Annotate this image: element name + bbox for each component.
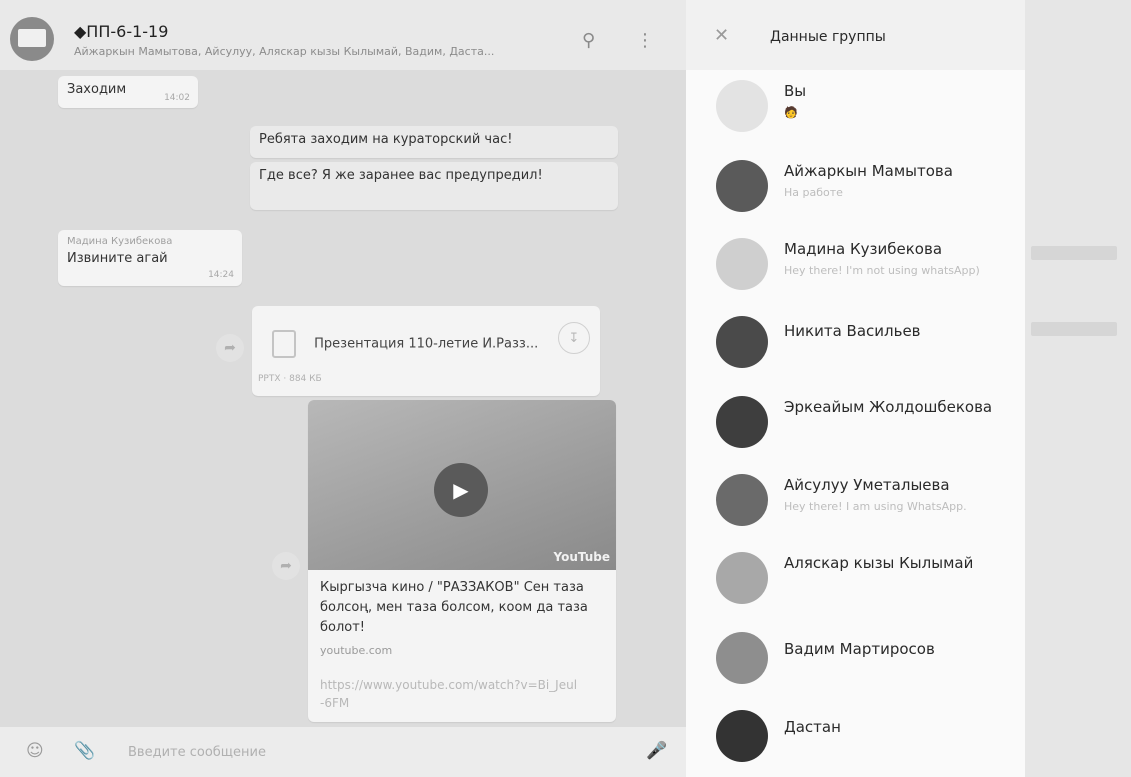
participant-name: Вы bbox=[784, 82, 807, 100]
participant-item[interactable]: Мадина Кузибекова Hey there! I'm not usi… bbox=[686, 236, 1025, 314]
message-time: 14:24 bbox=[208, 270, 234, 280]
panel-header: ✕ Данные группы bbox=[686, 0, 1025, 70]
background-chip bbox=[1031, 322, 1117, 336]
avatar bbox=[716, 396, 768, 448]
participant-item[interactable]: Дастан bbox=[686, 708, 1025, 777]
message-text: Где все? Я же заранее вас предупредил! bbox=[259, 168, 543, 183]
message-list[interactable]: Заходим 14:02 Ребята заходим на кураторс… bbox=[0, 70, 686, 727]
avatar bbox=[716, 710, 768, 762]
message-bubble[interactable]: Мадина Кузибекова Извините агай 14:24 bbox=[58, 230, 242, 286]
avatar bbox=[716, 160, 768, 212]
mic-icon[interactable]: 🎤 bbox=[646, 741, 667, 761]
participant-item[interactable]: Айсулуу Уметалыева Hey there! I am using… bbox=[686, 472, 1025, 550]
link-title[interactable]: Кыргызча кино / "РАЗЗАКОВ" Сен таза болс… bbox=[320, 578, 604, 638]
participant-item[interactable]: Вадим Мартиросов bbox=[686, 630, 1025, 708]
close-icon[interactable]: ✕ bbox=[714, 25, 729, 46]
participant-status: Hey there! I am using WhatsApp. bbox=[784, 500, 967, 513]
search-icon[interactable]: ⚲ bbox=[582, 30, 595, 51]
message-bubble[interactable]: Где все? Я же заранее вас предупредил! bbox=[250, 162, 618, 210]
avatar bbox=[716, 80, 768, 132]
link-site: youtube.com bbox=[320, 644, 393, 657]
menu-dots-icon[interactable]: ⋮ bbox=[636, 30, 654, 51]
document-message[interactable]: Презентация 110-летие И.Разз... ↧ PPTX ·… bbox=[252, 306, 600, 396]
chat-header[interactable]: ◆ПП-6-1-19 Айжаркын Мамытова, Айсулуу, А… bbox=[0, 0, 686, 70]
message-text: Ребята заходим на кураторский час! bbox=[259, 132, 513, 147]
document-name: Презентация 110-летие И.Разз... bbox=[314, 336, 539, 352]
participant-item[interactable]: Айжаркын Мамытова На работе bbox=[686, 158, 1025, 236]
background-chip bbox=[1031, 246, 1117, 260]
message-text: Заходим bbox=[67, 82, 127, 97]
participant-item[interactable]: Никита Васильев bbox=[686, 314, 1025, 392]
participant-name: Мадина Кузибекова bbox=[784, 240, 943, 258]
chat-area: ◆ПП-6-1-19 Айжаркын Мамытова, Айсулуу, А… bbox=[0, 0, 686, 777]
group-avatar[interactable] bbox=[10, 17, 54, 61]
participant-name: Аляскар кызы Кылымай bbox=[784, 554, 974, 572]
group-info-panel: ✕ Данные группы Вы 🧑 Айжаркын Мамытова Н… bbox=[686, 0, 1025, 777]
emoji-icon[interactable]: ☺ bbox=[26, 741, 44, 761]
participant-item[interactable]: Вы 🧑 bbox=[686, 78, 1025, 156]
document-icon bbox=[272, 330, 296, 358]
avatar bbox=[716, 552, 768, 604]
participant-status: На работе bbox=[784, 186, 843, 199]
forward-icon[interactable]: ➦ bbox=[216, 334, 244, 362]
forward-icon[interactable]: ➦ bbox=[272, 552, 300, 580]
link-preview-message[interactable]: ▶ YouTube Кыргызча кино / "РАЗЗАКОВ" Сен… bbox=[308, 400, 616, 722]
download-icon[interactable]: ↧ bbox=[558, 322, 590, 354]
message-text: Извините агай bbox=[67, 251, 168, 266]
message-bubble[interactable]: Ребята заходим на кураторский час! bbox=[250, 126, 618, 158]
group-members[interactable]: Айжаркын Мамытова, Айсулуу, Аляскар кызы… bbox=[74, 45, 554, 58]
participant-status: Hey there! I'm not using whatsApp) bbox=[784, 264, 980, 277]
panel-title: Данные группы bbox=[770, 29, 886, 45]
participant-item[interactable]: Эркеайым Жолдошбекова bbox=[686, 394, 1025, 472]
message-input[interactable] bbox=[128, 739, 628, 765]
participant-name: Айсулуу Уметалыева bbox=[784, 476, 950, 494]
participant-name: Дастан bbox=[784, 718, 841, 736]
avatar bbox=[716, 316, 768, 368]
composer: ☺ 📎 🎤 bbox=[0, 727, 686, 777]
link-url[interactable]: https://www.youtube.com/watch?v=Bi_Jeul-… bbox=[320, 676, 580, 712]
youtube-logo: YouTube bbox=[553, 550, 610, 564]
message-time: 14:02 bbox=[164, 93, 190, 103]
group-title[interactable]: ◆ПП-6-1-19 bbox=[74, 22, 168, 41]
participant-name: Вадим Мартиросов bbox=[784, 640, 935, 658]
participant-status: 🧑 bbox=[784, 106, 798, 119]
participant-name: Айжаркын Мамытова bbox=[784, 162, 953, 180]
avatar bbox=[716, 238, 768, 290]
participant-name: Эркеайым Жолдошбекова bbox=[784, 398, 993, 416]
background-window bbox=[1025, 0, 1131, 777]
document-meta: PPTX · 884 КБ bbox=[258, 374, 322, 384]
video-thumbnail[interactable]: ▶ YouTube bbox=[308, 400, 616, 570]
participant-name: Никита Васильев bbox=[784, 322, 921, 340]
avatar bbox=[716, 474, 768, 526]
avatar bbox=[716, 632, 768, 684]
attach-icon[interactable]: 📎 bbox=[74, 741, 95, 761]
message-bubble[interactable]: Заходим 14:02 bbox=[58, 76, 198, 108]
message-sender[interactable]: Мадина Кузибекова bbox=[67, 236, 233, 247]
play-icon[interactable]: ▶ bbox=[434, 463, 488, 517]
participant-item[interactable]: Аляскар кызы Кылымай bbox=[686, 550, 1025, 628]
